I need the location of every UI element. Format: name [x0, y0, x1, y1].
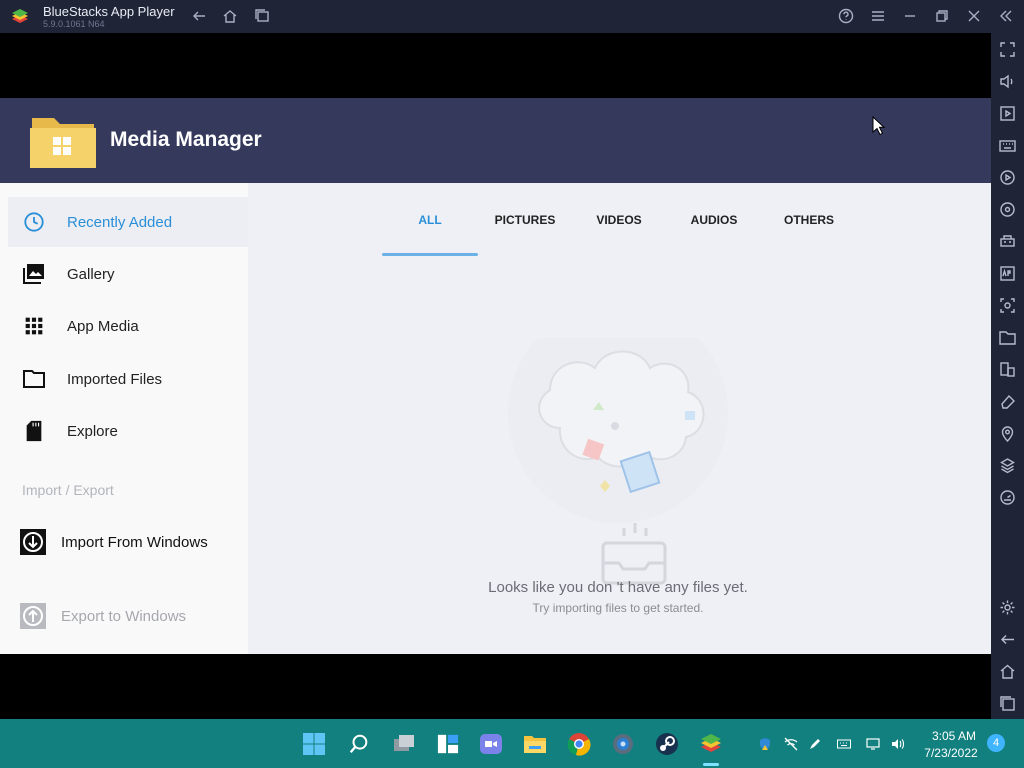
security-warning-icon[interactable]: [758, 737, 772, 751]
apk-install-icon[interactable]: [999, 265, 1016, 282]
mouse-cursor-icon: [872, 115, 886, 136]
app-version: 5.9.0.1061 N64: [43, 19, 105, 29]
multi-instance-icon[interactable]: [999, 361, 1016, 378]
import-download-icon: [20, 529, 46, 560]
window-title: BlueStacks App Player: [43, 4, 175, 19]
android-screen: Media Manager Recently Added Gallery App…: [0, 33, 991, 719]
right-toolbar: [991, 33, 1024, 719]
minimize-icon[interactable]: [900, 6, 920, 26]
tab-audios[interactable]: AUDIOS: [666, 213, 762, 227]
clock-time[interactable]: 3:05 AM: [924, 729, 984, 743]
export-label: Export to Windows: [61, 607, 187, 625]
teams-chat-icon[interactable]: [478, 731, 504, 757]
empty-state-illustration: [500, 303, 740, 588]
rotate-icon[interactable]: [999, 201, 1016, 218]
clock-icon: [22, 210, 46, 234]
tab-all[interactable]: ALL: [382, 213, 478, 227]
back-arrow-icon[interactable]: [189, 6, 209, 26]
grid-icon: [22, 314, 46, 338]
import-export-heading: Import / Export: [22, 482, 114, 498]
fullscreen-icon[interactable]: [999, 41, 1016, 58]
empty-state-hint: Try importing files to get started.: [532, 601, 704, 615]
tab-pictures[interactable]: PICTURES: [477, 213, 573, 227]
windows-taskbar: 3:05 AM 7/23/2022 4: [0, 719, 1024, 768]
tab-others[interactable]: OTHERS: [761, 213, 857, 227]
media-play-icon[interactable]: [999, 105, 1016, 122]
notification-badge[interactable]: 4: [987, 734, 1005, 752]
gallery-icon: [22, 262, 46, 286]
settings-gear-icon[interactable]: [999, 599, 1016, 616]
folder-icon[interactable]: [999, 329, 1016, 346]
home-icon[interactable]: [220, 6, 240, 26]
folder-outline-icon: [22, 367, 46, 391]
nav-app-media[interactable]: App Media: [8, 301, 248, 351]
restore-icon[interactable]: [932, 6, 952, 26]
recent-apps-icon[interactable]: [252, 6, 272, 26]
nav-label: Imported Files: [67, 370, 163, 388]
android-recents-icon[interactable]: [999, 695, 1016, 712]
folder-logo-icon: [28, 110, 98, 170]
nav-imported-files[interactable]: Imported Files: [8, 354, 248, 404]
gamepad-icon[interactable]: [999, 233, 1016, 250]
nav-explore[interactable]: Explore: [8, 406, 248, 456]
import-label: Import From Windows: [61, 533, 208, 551]
file-explorer-icon[interactable]: [522, 731, 548, 757]
side-panel: Recently Added Gallery App Media Importe…: [0, 183, 248, 654]
settings-app-icon[interactable]: [610, 731, 636, 757]
volume-icon[interactable]: [999, 73, 1016, 90]
app-title: Media Manager: [110, 128, 262, 151]
export-upload-icon: [20, 603, 46, 634]
empty-state-message: Looks like you don 't have any files yet…: [488, 579, 748, 596]
nav-label: Gallery: [67, 265, 115, 283]
active-app-indicator: [703, 763, 719, 766]
macro-play-icon[interactable]: [999, 169, 1016, 186]
active-tab-indicator: [382, 253, 478, 256]
nav-gallery[interactable]: Gallery: [8, 249, 248, 299]
screenshot-icon[interactable]: [999, 297, 1016, 314]
windows-start-icon[interactable]: [301, 731, 327, 757]
bluestacks-logo-icon: [10, 7, 30, 27]
sd-card-icon: [22, 419, 46, 443]
android-home-icon[interactable]: [999, 663, 1016, 680]
chrome-icon[interactable]: [566, 731, 592, 757]
collapse-sidebar-icon[interactable]: [996, 6, 1016, 26]
volume-tray-icon[interactable]: [890, 737, 905, 751]
main-content: Recently Added Gallery App Media Importe…: [0, 183, 991, 654]
keyboard-tray-icon[interactable]: [836, 737, 851, 751]
task-view-icon[interactable]: [391, 731, 417, 757]
nav-label: App Media: [67, 317, 139, 335]
title-bar: BlueStacks App Player 5.9.0.1061 N64: [0, 0, 1024, 33]
display-icon[interactable]: [866, 737, 880, 751]
widgets-icon[interactable]: [435, 731, 461, 757]
eco-mode-icon[interactable]: [999, 489, 1016, 506]
eraser-icon[interactable]: [999, 393, 1016, 410]
help-icon[interactable]: [836, 6, 856, 26]
steam-icon[interactable]: [654, 731, 680, 757]
location-icon[interactable]: [999, 425, 1016, 442]
search-icon[interactable]: [346, 731, 372, 757]
android-back-icon[interactable]: [999, 631, 1016, 648]
nav-recently-added[interactable]: Recently Added: [8, 197, 248, 247]
nav-label: Explore: [67, 422, 118, 440]
network-off-icon[interactable]: [784, 737, 798, 751]
layers-icon[interactable]: [999, 457, 1016, 474]
app-header: Media Manager: [0, 98, 991, 183]
bluestacks-taskbar-icon[interactable]: [698, 731, 724, 757]
keyboard-icon[interactable]: [999, 137, 1016, 154]
menu-icon[interactable]: [868, 6, 888, 26]
clock-date[interactable]: 7/23/2022: [918, 746, 984, 760]
nav-label: Recently Added: [67, 213, 173, 231]
tab-videos[interactable]: VIDEOS: [571, 213, 667, 227]
pen-tool-icon[interactable]: [808, 737, 822, 751]
close-icon[interactable]: [964, 6, 984, 26]
